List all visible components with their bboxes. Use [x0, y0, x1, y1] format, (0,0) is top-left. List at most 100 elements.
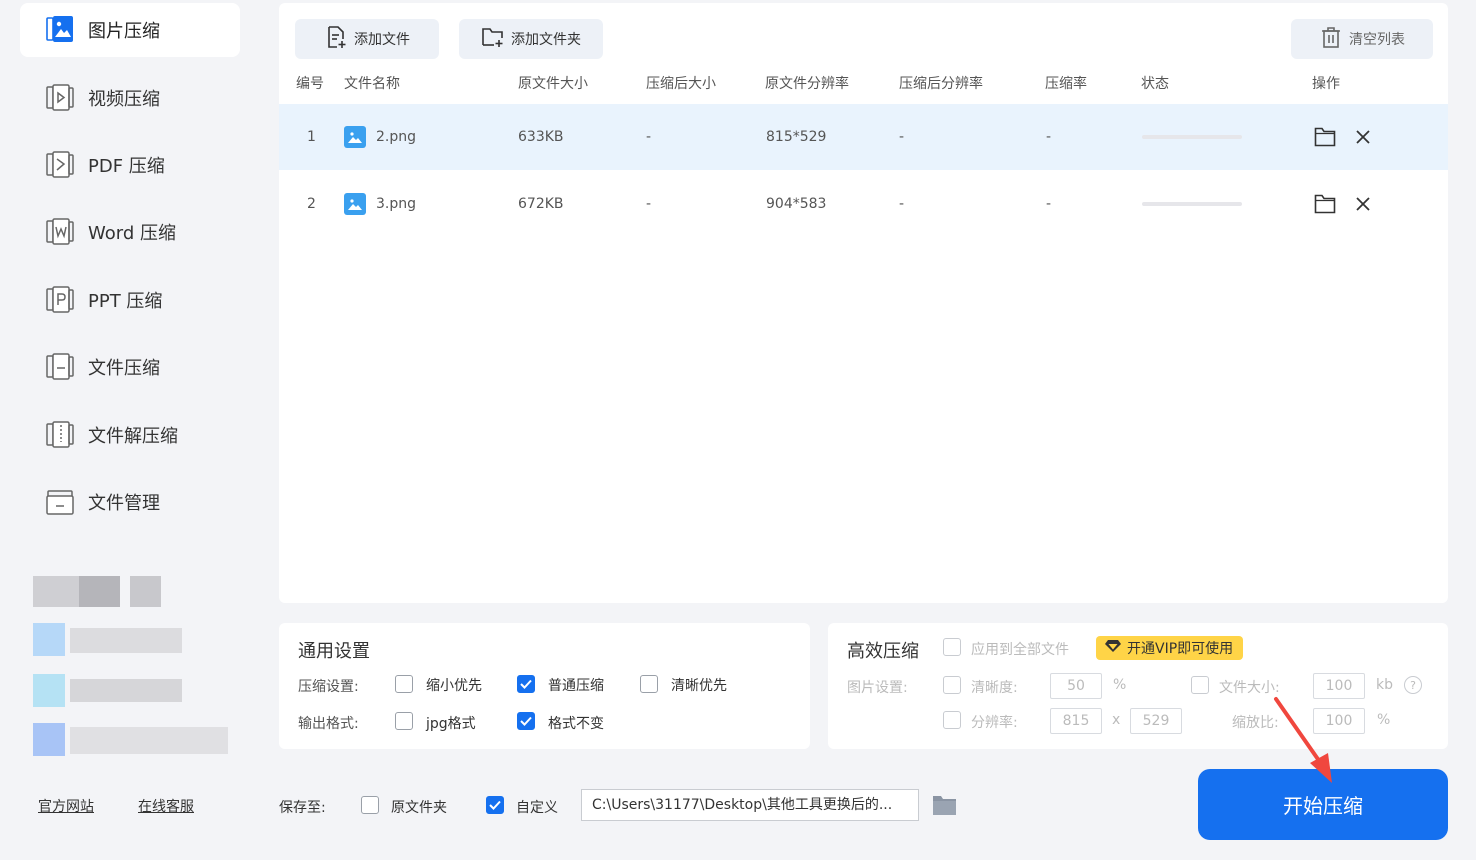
row-index: 1: [307, 129, 316, 145]
vip-badge[interactable]: 开通VIP即可使用: [1096, 636, 1244, 660]
add-folder-button[interactable]: 添加文件夹: [459, 19, 603, 59]
sidebar-item-video-compress[interactable]: 视频压缩: [20, 71, 240, 125]
sidebar-item-word-compress[interactable]: Word 压缩: [20, 205, 240, 259]
open-folder-icon[interactable]: [1313, 192, 1337, 216]
save-to-label: 保存至:: [279, 800, 326, 816]
shrink-first-checkbox[interactable]: [395, 675, 413, 693]
row-name: 3.png: [344, 171, 416, 237]
file-decompress-icon: [44, 419, 76, 451]
filesize-label: 文件大小:: [1219, 680, 1280, 696]
sidebar-item-file-compress[interactable]: 文件压缩: [20, 340, 240, 394]
header-index: 编号: [296, 76, 324, 92]
red-arrow-annotation: [1274, 697, 1332, 783]
filesize-checkbox[interactable]: [1191, 676, 1209, 694]
table-row[interactable]: 2 3.png 672KB - 904*583 - -: [279, 171, 1448, 237]
general-settings-title: 通用设置: [298, 641, 370, 662]
resolution-checkbox[interactable]: [943, 711, 961, 729]
clarity-input[interactable]: 50: [1050, 673, 1102, 699]
clarity-first-checkbox[interactable]: [640, 675, 658, 693]
pdf-compress-icon: [44, 149, 76, 181]
row-new-res: -: [899, 196, 905, 212]
custom-folder-label: 自定义: [516, 800, 558, 816]
clarity-checkbox[interactable]: [943, 676, 961, 694]
online-support-link[interactable]: 在线客服: [138, 796, 194, 816]
original-folder-checkbox[interactable]: [361, 796, 379, 814]
add-file-button[interactable]: 添加文件: [295, 19, 439, 59]
table-row[interactable]: 1 2.png 633KB - 815*529 - -: [279, 104, 1448, 170]
browse-folder-icon[interactable]: [932, 794, 957, 820]
original-folder-label: 原文件夹: [391, 800, 447, 816]
help-icon[interactable]: ?: [1404, 676, 1422, 694]
header-new-res: 压缩后分辨率: [899, 76, 983, 92]
jpg-format-label: jpg格式: [426, 716, 476, 732]
header-name: 文件名称: [344, 76, 400, 92]
keep-format-label: 格式不变: [548, 716, 604, 732]
close-icon[interactable]: [1351, 125, 1375, 149]
sidebar-item-label: PDF 压缩: [88, 156, 165, 177]
image-file-icon: [344, 126, 366, 148]
sidebar-item-image-compress[interactable]: 图片压缩: [20, 3, 240, 57]
header-status: 状态: [1141, 76, 1169, 92]
clear-list-button[interactable]: 清空列表: [1291, 19, 1433, 59]
add-folder-label: 添加文件夹: [511, 32, 581, 48]
sidebar-item-file-manage[interactable]: 文件管理: [20, 475, 240, 529]
keep-format-checkbox[interactable]: [517, 712, 535, 730]
save-path-input[interactable]: C:\Users\31177\Desktop\其他工具更换后的...: [581, 789, 919, 821]
word-compress-icon: [44, 216, 76, 248]
blurred-image: [70, 679, 182, 702]
official-website-link[interactable]: 官方网站: [38, 796, 94, 816]
sidebar: 图片压缩 视频压缩 PDF 压缩 Word 压缩 PPT 压缩 文件压缩 文件解…: [0, 0, 262, 860]
apply-all-checkbox[interactable]: [943, 638, 961, 656]
blurred-image: [70, 628, 182, 653]
vip-label: 开通VIP即可使用: [1127, 641, 1234, 657]
custom-folder-checkbox[interactable]: [486, 796, 504, 814]
output-format-label: 输出格式:: [298, 716, 359, 732]
normal-compress-checkbox[interactable]: [517, 675, 535, 693]
video-compress-icon: [44, 82, 76, 114]
row-status: [1142, 171, 1242, 237]
sidebar-item-label: 视频压缩: [88, 89, 160, 110]
diamond-icon: [1104, 639, 1122, 657]
resolution-separator: x: [1112, 712, 1121, 728]
blurred-image: [33, 623, 65, 656]
row-name: 2.png: [344, 104, 416, 170]
row-status: [1142, 104, 1242, 170]
open-folder-icon[interactable]: [1313, 125, 1337, 149]
row-new-size: -: [646, 129, 652, 145]
clarity-first-label: 清晰优先: [671, 678, 727, 694]
resolution-width-input[interactable]: 815: [1050, 708, 1102, 734]
sidebar-item-label: Word 压缩: [88, 223, 176, 244]
image-compress-icon: [44, 14, 76, 46]
efficient-compress-title: 高效压缩: [847, 641, 919, 662]
resolution-height-input[interactable]: 529: [1130, 708, 1182, 734]
file-name: 3.png: [376, 196, 417, 212]
sidebar-item-ppt-compress[interactable]: PPT 压缩: [20, 273, 240, 327]
blurred-image: [70, 727, 228, 754]
sidebar-item-pdf-compress[interactable]: PDF 压缩: [20, 138, 240, 192]
clear-list-label: 清空列表: [1349, 32, 1405, 48]
row-orig-res: 815*529: [766, 129, 827, 145]
jpg-format-checkbox[interactable]: [395, 712, 413, 730]
progress-bar: [1142, 135, 1242, 139]
header-new-size: 压缩后大小: [646, 76, 716, 92]
apply-all-label: 应用到全部文件: [971, 642, 1069, 658]
close-icon[interactable]: [1351, 192, 1375, 216]
sidebar-item-file-decompress[interactable]: 文件解压缩: [20, 408, 240, 462]
blurred-image: [130, 576, 161, 607]
compress-setting-label: 压缩设置:: [298, 679, 359, 695]
row-ratio: -: [1046, 196, 1052, 212]
ppt-compress-icon: [44, 284, 76, 316]
sidebar-item-label: 文件压缩: [88, 358, 160, 379]
file-name: 2.png: [376, 129, 417, 145]
sidebar-item-label: 图片压缩: [88, 21, 160, 42]
blurred-image: [33, 674, 65, 707]
image-file-icon: [344, 193, 366, 215]
header-orig-size: 原文件大小: [518, 76, 588, 92]
shrink-first-label: 缩小优先: [426, 678, 482, 694]
add-file-label: 添加文件: [354, 32, 410, 48]
header-ratio: 压缩率: [1045, 76, 1087, 92]
add-folder-icon: [481, 25, 505, 53]
scale-unit: %: [1377, 712, 1391, 728]
clarity-unit: %: [1113, 677, 1127, 693]
file-list-panel: 添加文件 添加文件夹 清空列表 编号 文件名称 原文件大小 压缩后大小 原文件分…: [279, 3, 1448, 603]
